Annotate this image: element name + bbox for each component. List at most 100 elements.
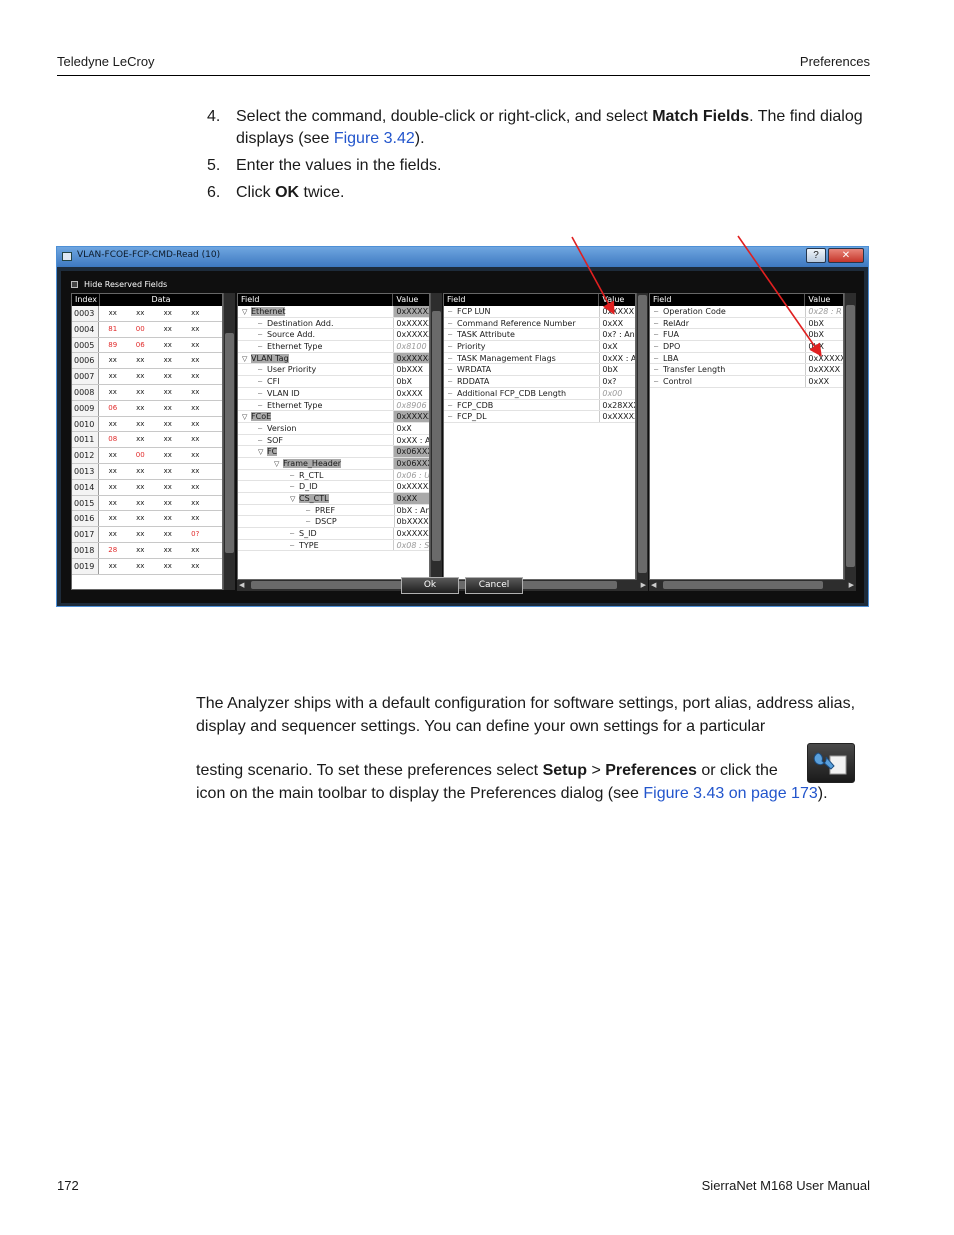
hex-cell[interactable]: xx <box>99 511 127 526</box>
hex-cell[interactable]: xx <box>182 401 210 416</box>
field-value[interactable]: 0xXX <box>805 376 843 387</box>
expand-toggle-icon[interactable]: ▽ <box>258 447 267 457</box>
tree1-vscroll[interactable] <box>430 293 442 580</box>
hex-cell[interactable]: xx <box>154 480 182 495</box>
hex-cell[interactable]: xx <box>182 448 210 463</box>
field-value[interactable]: 0x8906 <box>393 399 429 411</box>
hex-cell[interactable]: xx <box>99 353 127 368</box>
hex-cell[interactable]: xx <box>154 527 182 542</box>
hex-cell[interactable]: xx <box>99 559 127 574</box>
scroll-left-icon[interactable]: ◀ <box>239 581 244 589</box>
tree-row[interactable]: ┈ WRDATA 0bX <box>444 364 635 377</box>
hex-cell[interactable]: 0? <box>182 527 210 542</box>
hex-cell[interactable]: xx <box>99 496 127 511</box>
tree-row[interactable]: ┈ Destination Add. 0xXXXXX <box>238 317 429 330</box>
field-value[interactable]: 0x06XXX <box>393 457 429 469</box>
hide-reserved-checkbox[interactable]: Hide Reserved Fields <box>71 280 167 289</box>
tree-row[interactable]: ▽VLAN Tag0xXXXX8 <box>238 352 429 365</box>
field-value[interactable]: 0xXXXX8 <box>393 352 429 364</box>
field-value[interactable]: 0xXX <box>599 317 635 329</box>
tree-row[interactable]: ▽Ethernet0xXXXXXX <box>238 306 429 318</box>
tree-row[interactable]: ┈ RelAdr 0bX <box>650 317 843 330</box>
hex-cell[interactable]: xx <box>99 417 127 432</box>
hex-cell[interactable]: xx <box>127 369 155 384</box>
tree-row[interactable]: ┈ Ethernet Type 0x8906 <box>238 399 429 412</box>
hex-row[interactable]: 0003 xx xx xx xx <box>72 306 222 322</box>
hex-row[interactable]: 0015 xx xx xx xx <box>72 495 222 512</box>
field-value[interactable]: 0x00 <box>599 387 635 399</box>
hex-cell[interactable]: 28 <box>99 543 127 558</box>
hex-row[interactable]: 0017 xx xx xx 0? <box>72 527 222 543</box>
tree-row[interactable]: ┈ Additional FCP_CDB Length 0x00 <box>444 387 635 400</box>
hex-cell[interactable]: xx <box>127 480 155 495</box>
hex-cell[interactable]: xx <box>127 385 155 400</box>
hex-row[interactable]: 0006 xx xx xx xx <box>72 353 222 370</box>
field-value[interactable]: 0bX <box>805 341 843 352</box>
hex-cell[interactable]: xx <box>99 306 127 321</box>
hex-row[interactable]: 0016 xx xx xx xx <box>72 511 222 528</box>
hex-cell[interactable]: xx <box>154 338 182 353</box>
hex-cell[interactable]: xx <box>154 353 182 368</box>
hex-cell[interactable]: xx <box>182 338 210 353</box>
tree-row[interactable]: ┈ FUA 0bX <box>650 329 843 342</box>
cancel-button[interactable]: Cancel <box>465 577 523 594</box>
field-value[interactable]: 0xXX <box>393 493 429 504</box>
hex-scrollbar[interactable] <box>223 293 235 590</box>
field-value[interactable]: 0x06XXX <box>393 446 429 457</box>
hex-cell[interactable]: xx <box>127 511 155 526</box>
field-value[interactable]: 0xXXXXX <box>599 411 635 422</box>
checkbox-icon[interactable] <box>71 281 78 288</box>
field-value[interactable]: 0xXXXXX <box>393 411 429 422</box>
tree-row[interactable]: ┈ TASK Management Flags 0xXX : A <box>444 352 635 365</box>
field-value[interactable]: 0xXX : Ar <box>393 434 429 446</box>
tree-row[interactable]: ┈ Priority 0xX <box>444 341 635 353</box>
tree-row[interactable]: ▽FC0x06XXX <box>238 446 429 458</box>
field-value[interactable]: 0x8100 <box>393 341 429 352</box>
tree-row[interactable]: ┈ Command Reference Number 0xXX <box>444 317 635 330</box>
field-value[interactable]: 0bX <box>393 376 429 387</box>
hex-cell[interactable]: xx <box>154 511 182 526</box>
hex-cell[interactable]: xx <box>154 464 182 479</box>
tree-row[interactable]: ┈ FCP LUN 0xXXXX <box>444 306 635 318</box>
field-value[interactable]: 0xXXXXX <box>393 528 429 539</box>
hex-cell[interactable]: xx <box>154 401 182 416</box>
hex-cell[interactable]: xx <box>99 385 127 400</box>
hex-cell[interactable]: xx <box>154 559 182 574</box>
hex-cell[interactable]: xx <box>182 480 210 495</box>
tree-row[interactable]: ▽FCoE0xXXXXX <box>238 411 429 423</box>
tree-row[interactable]: ┈ D_ID 0xXXXXX <box>238 481 429 493</box>
hex-cell[interactable]: 81 <box>99 322 127 337</box>
tree-row[interactable]: ┈ SOF 0xXX : Ar <box>238 434 429 447</box>
hex-cell[interactable]: 00 <box>127 322 155 337</box>
field-value[interactable]: 0bX <box>599 364 635 376</box>
scroll-thumb[interactable] <box>251 581 411 589</box>
hex-cell[interactable]: xx <box>182 559 210 574</box>
field-value[interactable]: 0xXXXXX <box>805 352 843 364</box>
field-value[interactable]: 0x28XXX <box>599 399 635 411</box>
hex-row[interactable]: 0011 08 xx xx xx <box>72 432 222 449</box>
tree-row[interactable]: ┈ PREF 0bX : An <box>238 504 429 517</box>
hex-row[interactable]: 0014 xx xx xx xx <box>72 479 222 496</box>
field-value[interactable]: 0xXXXXXX <box>393 306 429 317</box>
hex-cell[interactable]: 08 <box>99 432 127 447</box>
hex-cell[interactable]: xx <box>127 401 155 416</box>
hex-cell[interactable]: xx <box>182 496 210 511</box>
expand-toggle-icon[interactable]: ▽ <box>242 412 251 422</box>
field-value[interactable]: 0bX <box>805 329 843 341</box>
tree-row[interactable]: ┈ Version 0xX <box>238 422 429 435</box>
expand-toggle-icon[interactable]: ▽ <box>274 459 283 469</box>
hex-row[interactable]: 0018 28 xx xx xx <box>72 542 222 559</box>
figure-link[interactable]: Figure 3.43 on page 173 <box>643 785 817 802</box>
hex-cell[interactable]: xx <box>182 543 210 558</box>
hex-cell[interactable]: xx <box>127 432 155 447</box>
hex-cell[interactable]: xx <box>154 322 182 337</box>
tree-row[interactable]: ┈ LBA 0xXXXXX <box>650 352 843 365</box>
tree-row[interactable]: ┈ TYPE 0x08 : S <box>238 539 429 552</box>
hex-row[interactable]: 0008 xx xx xx xx <box>72 384 222 401</box>
tree3-hscroll[interactable]: ◀ ▶ <box>649 580 856 591</box>
hex-cell[interactable]: xx <box>182 432 210 447</box>
hex-row[interactable]: 0010 xx xx xx xx <box>72 416 222 433</box>
hex-row[interactable]: 0005 89 06 xx xx <box>72 337 222 354</box>
hex-cell[interactable]: xx <box>127 496 155 511</box>
tree-row[interactable]: ▽ CS_CTL 0xXX <box>238 493 429 505</box>
